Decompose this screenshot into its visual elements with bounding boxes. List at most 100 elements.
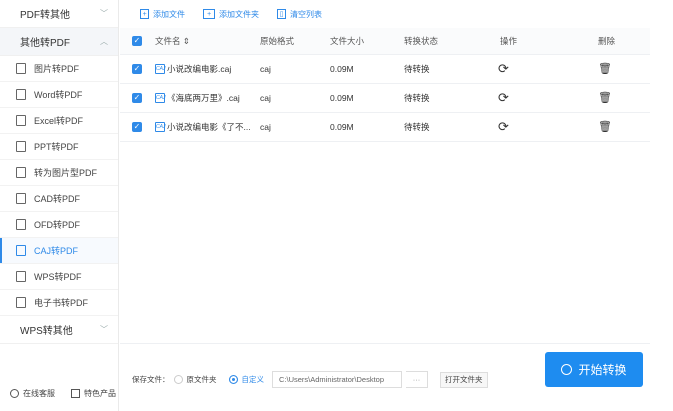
sidebar-item[interactable]: OFD转PDF bbox=[0, 212, 118, 238]
sidebar-item[interactable]: 图片转PDF bbox=[0, 56, 118, 82]
file-name: 小说改编电影.caj bbox=[167, 63, 232, 74]
file-format: caj bbox=[260, 112, 330, 142]
add-file-icon: + bbox=[140, 9, 149, 19]
sidebar-item[interactable]: 转为图片型PDF bbox=[0, 160, 118, 186]
caj-file-icon: CAJ bbox=[155, 64, 166, 75]
save-options: 保存文件： 原文件夹 自定义 C:\Users\Administrator\De… bbox=[132, 371, 488, 388]
trash-icon: ▯ bbox=[277, 9, 286, 19]
sidebar-item-label: CAD转PDF bbox=[34, 194, 81, 204]
toolbar: + 添加文件 + 添加文件夹 ▯ 清空列表 bbox=[120, 0, 673, 28]
row-checkbox[interactable]: ✓ bbox=[132, 122, 142, 132]
add-folder-icon: + bbox=[203, 9, 215, 19]
delete-icon[interactable]: 🗑 bbox=[598, 121, 612, 133]
clear-list-button[interactable]: ▯ 清空列表 bbox=[277, 9, 322, 20]
output-path-input[interactable]: C:\Users\Administrator\Desktop bbox=[272, 371, 402, 388]
chat-icon bbox=[10, 389, 19, 398]
sidebar-item-label: Excel转PDF bbox=[34, 116, 84, 126]
main-panel: + 添加文件 + 添加文件夹 ▯ 清空列表 ✓ 文件名 ⇕ 原始格式 文件大小 转换状… bbox=[120, 0, 673, 411]
start-convert-button[interactable]: 开始转换 bbox=[545, 352, 643, 387]
label: 清空列表 bbox=[290, 9, 322, 19]
section-label: WPS转其他 bbox=[20, 326, 73, 337]
convert-icon[interactable]: ⟳ bbox=[498, 61, 509, 76]
delete-icon[interactable]: 🗑 bbox=[598, 63, 612, 75]
table-row: ✓ CAJ 《海底两万里》.caj caj 0.09M 待转换 ⟳ 🗑 bbox=[120, 83, 650, 113]
convert-icon[interactable]: ⟳ bbox=[498, 90, 509, 105]
label: 添加文件夹 bbox=[219, 9, 259, 19]
support-label: 在线客服 bbox=[23, 389, 55, 398]
sidebar-item-label: 图片转PDF bbox=[34, 64, 80, 74]
header-format: 原始格式 bbox=[260, 28, 330, 55]
sidebar-item-label: CAJ转PDF bbox=[34, 246, 79, 256]
chevron-down-icon: ﹀ bbox=[100, 325, 108, 334]
file-status: 待转换 bbox=[404, 54, 498, 84]
chevron-up-icon: ︿ bbox=[100, 37, 108, 46]
file-size: 0.09M bbox=[330, 83, 404, 113]
header-status: 转换状态 bbox=[404, 28, 498, 55]
product-icon bbox=[71, 389, 80, 398]
sidebar-item-label: 转为图片型PDF bbox=[34, 168, 98, 178]
divider bbox=[120, 343, 650, 344]
header-name[interactable]: 文件名 ⇕ bbox=[155, 28, 260, 55]
add-folder-button[interactable]: + 添加文件夹 bbox=[203, 9, 259, 20]
table-row: ✓ CAJ 小说改编电影《了不... caj 0.09M 待转换 ⟳ 🗑 bbox=[120, 112, 650, 142]
sidebar-item-label: Word转PDF bbox=[34, 90, 83, 100]
image-icon bbox=[16, 63, 26, 74]
sidebar-item[interactable]: 电子书转PDF bbox=[0, 290, 118, 316]
caj-file-icon: CAJ bbox=[155, 93, 166, 104]
section-other-to-pdf[interactable]: 其他转PDF ︿ bbox=[0, 28, 118, 56]
header-delete: 删除 bbox=[598, 28, 650, 55]
wps-icon bbox=[16, 271, 26, 282]
chevron-down-icon: ﹀ bbox=[100, 9, 108, 18]
refresh-icon bbox=[561, 364, 573, 375]
convert-icon[interactable]: ⟳ bbox=[498, 119, 509, 134]
radio-custom[interactable] bbox=[228, 375, 238, 384]
table-row: ✓ CAJ 小说改编电影.caj caj 0.09M 待转换 ⟳ 🗑 bbox=[120, 54, 650, 84]
file-name: 《海底两万里》.caj bbox=[167, 92, 240, 103]
start-label: 开始转换 bbox=[578, 363, 627, 377]
file-table: ✓ 文件名 ⇕ 原始格式 文件大小 转换状态 操作 删除 ✓ CAJ 小说改编电影… bbox=[120, 28, 650, 142]
featured-products-link[interactable]: 特色产品 bbox=[71, 388, 116, 399]
sidebar-item[interactable]: Word转PDF bbox=[0, 82, 118, 108]
word-icon bbox=[16, 89, 26, 100]
file-status: 待转换 bbox=[404, 112, 498, 142]
label: 添加文件 bbox=[153, 9, 185, 19]
online-support-link[interactable]: 在线客服 bbox=[10, 388, 55, 399]
header-size: 文件大小 bbox=[330, 28, 404, 55]
header-action: 操作 bbox=[498, 28, 598, 55]
radio-original-folder[interactable] bbox=[173, 375, 183, 384]
sidebar-item-label: 电子书转PDF bbox=[34, 298, 89, 308]
delete-icon[interactable]: 🗑 bbox=[598, 92, 612, 104]
sidebar-item[interactable]: Excel转PDF bbox=[0, 108, 118, 134]
file-status: 待转换 bbox=[404, 83, 498, 113]
image-pdf-icon bbox=[16, 167, 26, 178]
select-all-checkbox[interactable]: ✓ bbox=[132, 36, 142, 47]
table-header: ✓ 文件名 ⇕ 原始格式 文件大小 转换状态 操作 删除 bbox=[120, 28, 650, 55]
row-checkbox[interactable]: ✓ bbox=[132, 64, 142, 74]
add-file-button[interactable]: + 添加文件 bbox=[140, 9, 185, 20]
sidebar-item[interactable]: WPS转PDF bbox=[0, 264, 118, 290]
sidebar-item[interactable]: PPT转PDF bbox=[0, 134, 118, 160]
open-folder-button[interactable]: 打开文件夹 bbox=[440, 371, 488, 388]
excel-icon bbox=[16, 115, 26, 126]
caj-file-icon: CAJ bbox=[155, 122, 166, 133]
save-label: 保存文件： bbox=[132, 375, 170, 384]
original-folder-label: 原文件夹 bbox=[186, 375, 217, 384]
products-label: 特色产品 bbox=[84, 389, 116, 398]
ofd-icon bbox=[16, 219, 26, 230]
section-label: 其他转PDF bbox=[20, 38, 70, 49]
file-format: caj bbox=[260, 54, 330, 84]
sidebar-item[interactable]: CAJ转PDF bbox=[0, 238, 118, 264]
section-pdf-to-other[interactable]: PDF转其他 ﹀ bbox=[0, 0, 118, 28]
caj-icon bbox=[16, 245, 26, 256]
sidebar: PDF转其他 ﹀ 其他转PDF ︿ 图片转PDF Word转PDF Excel转PDF P… bbox=[0, 0, 119, 411]
ebook-icon bbox=[16, 297, 26, 308]
row-checkbox[interactable]: ✓ bbox=[132, 93, 142, 103]
custom-label: 自定义 bbox=[241, 375, 265, 384]
sidebar-item[interactable]: CAD转PDF bbox=[0, 186, 118, 212]
section-wps-to-other[interactable]: WPS转其他 ﹀ bbox=[0, 316, 118, 344]
sidebar-item-label: PPT转PDF bbox=[34, 142, 79, 152]
browse-button[interactable]: ··· bbox=[406, 371, 428, 388]
file-size: 0.09M bbox=[330, 54, 404, 84]
section-label: PDF转其他 bbox=[20, 10, 70, 21]
file-name: 小说改编电影《了不... bbox=[167, 121, 251, 132]
